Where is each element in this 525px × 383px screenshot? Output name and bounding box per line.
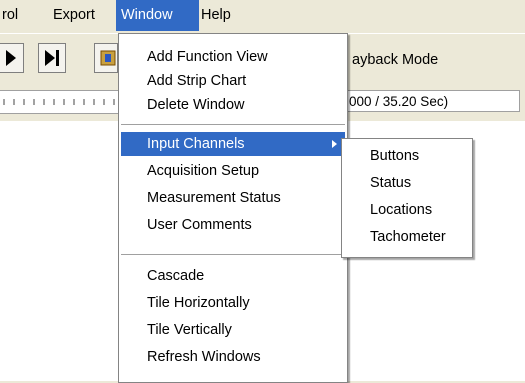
menu-item-add-function-view[interactable]: Add Function View	[121, 45, 345, 69]
submenu-arrow-icon	[332, 140, 337, 148]
submenu-item-tachometer[interactable]: Tachometer	[344, 225, 470, 249]
menu-item-cascade[interactable]: Cascade	[121, 264, 345, 288]
menu-help[interactable]: Help	[196, 0, 236, 31]
playback-mode-label: ayback Mode	[352, 52, 439, 68]
channel-button[interactable]	[94, 43, 118, 73]
menu-bar: rol Export Window Help	[0, 0, 525, 33]
ruler-ticks	[3, 99, 115, 105]
time-ruler[interactable]	[0, 90, 121, 114]
menu-item-refresh-windows[interactable]: Refresh Windows	[121, 345, 345, 369]
menu-item-user-comments[interactable]: User Comments	[121, 213, 345, 237]
menu-item-measurement-status[interactable]: Measurement Status	[121, 186, 345, 210]
menu-separator	[121, 254, 345, 256]
menu-item-tile-vertically[interactable]: Tile Vertically	[121, 318, 345, 342]
menu-item-label: Input Channels	[147, 136, 245, 152]
skip-end-icon	[45, 50, 59, 66]
play-button[interactable]	[0, 43, 24, 73]
time-readout: 000 / 35.20 Sec)	[346, 90, 520, 112]
channel-icon	[100, 50, 116, 66]
submenu-item-status[interactable]: Status	[344, 171, 470, 195]
menu-window[interactable]: Window	[116, 0, 199, 31]
submenu-item-buttons[interactable]: Buttons	[344, 144, 470, 168]
menu-item-input-channels[interactable]: Input Channels	[121, 132, 345, 156]
menu-item-add-strip-chart[interactable]: Add Strip Chart	[121, 69, 345, 93]
submenu-item-locations[interactable]: Locations	[344, 198, 470, 222]
menu-export[interactable]: Export	[48, 0, 100, 31]
menu-item-tile-horizontally[interactable]: Tile Horizontally	[121, 291, 345, 315]
play-icon	[6, 50, 16, 66]
menu-control[interactable]: rol	[0, 0, 23, 31]
input-channels-submenu: Buttons Status Locations Tachometer	[341, 138, 473, 258]
menu-separator	[121, 124, 345, 126]
menu-item-acquisition-setup[interactable]: Acquisition Setup	[121, 159, 345, 183]
step-end-button[interactable]	[38, 43, 66, 73]
window-menu: Add Function View Add Strip Chart Delete…	[118, 33, 348, 383]
menu-item-delete-window[interactable]: Delete Window	[121, 93, 345, 117]
